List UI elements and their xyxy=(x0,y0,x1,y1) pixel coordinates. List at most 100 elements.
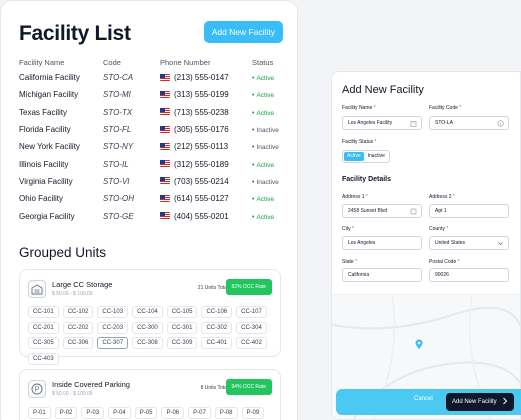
unit-chip[interactable]: CC-201 xyxy=(28,321,59,334)
unit-chip[interactable]: CC-307 xyxy=(97,337,129,349)
form-action-bar: Cancel Add New Facility xyxy=(336,389,521,415)
status-dot-icon: • xyxy=(252,196,255,204)
unit-chip[interactable]: CC-104 xyxy=(132,306,163,318)
column-header-name[interactable]: Facility Name xyxy=(19,58,103,69)
facility-name-cell: Michigan Facility xyxy=(19,90,79,100)
city-input[interactable]: Los Angeles xyxy=(342,236,422,250)
column-header-status[interactable]: Status xyxy=(252,58,283,69)
unit-chip[interactable]: CC-301 xyxy=(166,321,198,334)
unit-chip[interactable]: P-07 xyxy=(188,407,211,419)
unit-chip[interactable]: CC-402 xyxy=(236,337,267,349)
table-row[interactable]: California Facility STO-CA (213) 555-0147 •… xyxy=(19,69,283,86)
facility-status-cell: • Active xyxy=(252,104,283,121)
facility-phone-cell: (313) 555-0199 xyxy=(160,86,252,103)
unit-chip[interactable]: CC-401 xyxy=(201,337,233,349)
facility-status-label: Facility Status * xyxy=(342,139,377,145)
facility-name-cell: Virginia Facility xyxy=(19,176,73,186)
unit-chip[interactable]: CC-203 xyxy=(97,321,129,334)
unit-chip[interactable]: P-09 xyxy=(241,407,265,419)
column-header-code[interactable]: Code xyxy=(103,58,160,69)
form-title: Add New Facility xyxy=(342,84,424,96)
facility-status-cell: • Active xyxy=(252,86,283,103)
unit-group-card[interactable]: Large CC Storage $ 50.00 - $ 100.00 21 U… xyxy=(19,269,281,365)
unit-chip[interactable]: P-06 xyxy=(161,407,185,419)
table-row[interactable]: New York Facility STO-NY (212) 555-0113 • In… xyxy=(19,138,283,155)
facility-name-label: Facility Name * xyxy=(342,105,376,111)
unit-chip[interactable]: CC-105 xyxy=(166,306,198,318)
table-row[interactable]: Texas Facility STO-TX (713) 555-0238 • Activ… xyxy=(19,104,283,121)
table-row[interactable]: Illinois Facility STO-IL (312) 555-0189 • Ac… xyxy=(19,155,283,172)
status-text: Active xyxy=(256,109,275,117)
unit-chip[interactable]: CC-101 xyxy=(28,306,59,318)
facility-name-cell: Georgia Facility xyxy=(19,211,75,221)
facility-name-cell: California Facility xyxy=(19,73,80,83)
column-header-phone[interactable]: Phone Number xyxy=(160,58,252,69)
state-label: State * xyxy=(342,259,358,265)
unit-chip[interactable]: CC-403 xyxy=(28,352,59,365)
occ-rate-badge: 82% OCC Rate xyxy=(225,279,272,295)
address1-input[interactable]: 2458 Sunset Blvd xyxy=(342,204,422,218)
unit-group-name: Inside Covered Parking xyxy=(52,380,130,389)
grouped-units-title: Grouped Units xyxy=(19,245,107,260)
status-badge: • Active xyxy=(252,162,274,169)
facility-status-cell: • Inactive xyxy=(252,138,283,155)
unit-chip[interactable]: CC-309 xyxy=(166,337,198,349)
table-row[interactable]: Ohio Facility STO-OH (614) 555-0127 • Active xyxy=(19,190,283,207)
add-facility-button[interactable]: Add New Facility xyxy=(203,21,283,43)
unit-chip[interactable]: CC-302 xyxy=(201,321,233,334)
phone-text: (404) 555-0201 xyxy=(174,211,229,221)
table-row[interactable]: Georgia Facility STO-GE (404) 555-0201 • Act… xyxy=(19,207,283,224)
status-dot-icon: • xyxy=(252,75,255,83)
unit-chip[interactable]: CC-304 xyxy=(236,321,267,334)
us-flag-icon xyxy=(160,108,170,116)
submit-add-facility-button[interactable]: Add New Facility xyxy=(446,393,514,411)
state-input[interactable]: California xyxy=(342,268,422,282)
unit-chip[interactable]: CC-305 xyxy=(28,337,59,349)
facility-phone-cell: (703) 555-0214 xyxy=(160,173,252,190)
city-label: City * xyxy=(342,226,354,232)
unit-chip[interactable]: CC-107 xyxy=(236,306,267,318)
facility-name-cell: Ohio Facility xyxy=(19,194,64,204)
cancel-button[interactable]: Cancel xyxy=(414,396,433,402)
unit-chip[interactable]: P-04 xyxy=(108,407,131,419)
unit-chip[interactable]: CC-103 xyxy=(97,306,129,318)
map-pin-icon[interactable] xyxy=(415,336,423,354)
facility-code-input[interactable]: STO-LA xyxy=(429,116,509,130)
unit-chip[interactable]: P-01 xyxy=(28,407,51,419)
unit-chip[interactable]: CC-202 xyxy=(62,321,94,334)
unit-chip[interactable]: CC-300 xyxy=(132,321,163,334)
facility-name-cell: Texas Facility xyxy=(19,107,68,117)
status-dot-icon: • xyxy=(252,144,255,152)
table-row[interactable]: Florida Facility STO-FL (305) 555-0176 • Ina… xyxy=(19,121,283,138)
unit-chip[interactable]: P-02 xyxy=(54,407,78,419)
parking-icon: P xyxy=(28,380,46,398)
unit-chip[interactable]: CC-308 xyxy=(132,337,163,349)
address2-input[interactable]: Apt 1 xyxy=(429,204,509,218)
unit-chip[interactable]: CC-306 xyxy=(62,337,94,349)
facility-code-cell: STO-FL xyxy=(103,125,132,135)
facility-phone-cell: (404) 555-0201 xyxy=(160,207,252,224)
unit-chip[interactable]: CC-106 xyxy=(201,306,233,318)
status-dot-icon: • xyxy=(252,127,255,135)
status-option-active[interactable]: Active xyxy=(344,152,364,161)
unit-group-card[interactable]: P Inside Covered Parking $ 50.00 - $ 100… xyxy=(19,369,281,420)
facility-status-cell: • Active xyxy=(252,190,283,207)
phone-text: (213) 555-0147 xyxy=(174,73,229,83)
facility-phone-cell: (305) 555-0176 xyxy=(160,121,252,138)
table-row[interactable]: Virginia Facility STO-VI (703) 555-0214 • In… xyxy=(19,173,283,190)
facility-code-cell: STO-NY xyxy=(103,142,134,152)
unit-chip[interactable]: P-08 xyxy=(214,407,238,419)
postal-code-label: Postal Code * xyxy=(429,259,460,265)
unit-chip[interactable]: P-03 xyxy=(81,407,105,419)
table-row[interactable]: Michigan Facility STO-MI (313) 555-0199 • Ac… xyxy=(19,86,283,103)
status-option-inactive[interactable]: Inactive xyxy=(365,152,388,161)
postal-code-input[interactable]: 90026 xyxy=(429,268,509,282)
unit-chip[interactable]: CC-102 xyxy=(62,306,94,318)
county-label: County * xyxy=(429,226,449,232)
county-select[interactable]: United States xyxy=(429,236,509,250)
us-flag-icon xyxy=(160,160,170,168)
status-badge: • Inactive xyxy=(252,127,279,134)
unit-chip[interactable]: P-05 xyxy=(134,407,158,419)
phone-text: (212) 555-0113 xyxy=(174,142,229,152)
facility-name-input[interactable]: Los Angeles Facility xyxy=(342,116,422,130)
